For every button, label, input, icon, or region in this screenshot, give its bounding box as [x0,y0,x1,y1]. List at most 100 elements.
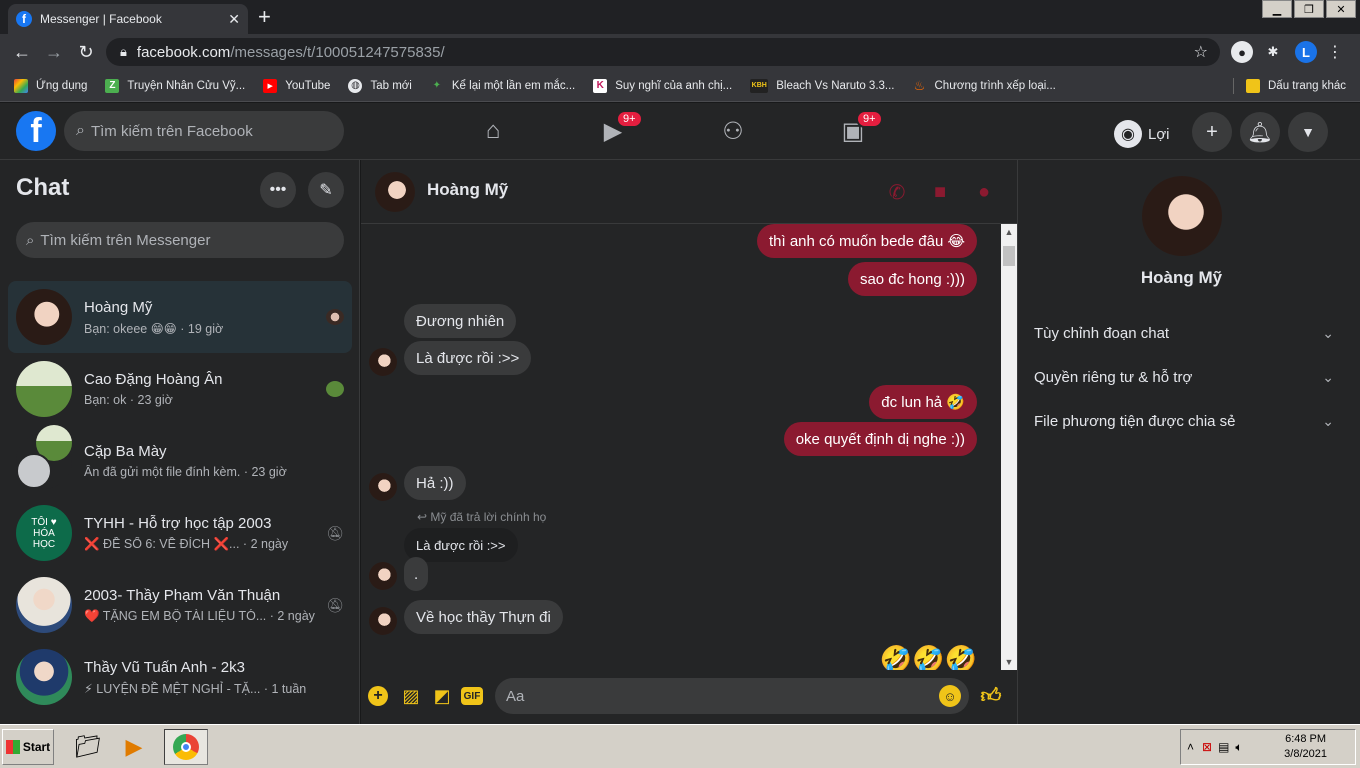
account-dropdown-icon[interactable]: ▼ [1288,112,1328,152]
bookmark-star-icon[interactable]: ☆ [1194,42,1208,62]
info-icon[interactable]: ● [972,180,996,204]
chat-header: Hoàng Mỹ ✆ ■ ● [361,160,1017,224]
emoji-message: 🤣🤣🤣 [879,644,977,670]
thumbs-up-icon[interactable]: 👍︎ [979,684,1003,708]
notifications-bell-icon[interactable]: 🔔︎ [1240,112,1280,152]
create-plus-icon[interactable]: + [1192,112,1232,152]
conversation-thay-pham-van-thuan[interactable]: 2003- Thầy Phạm Văn Thuận ❤️ TẶNG EM BỘ T… [8,569,352,641]
scroll-thumb[interactable] [1003,246,1015,266]
forward-arrow-icon[interactable]: → [42,40,66,64]
message-input[interactable]: Aa ☺ [495,678,969,714]
chat-sidebar: Chat ••• ✎ ⌕ Tìm kiếm trên Messenger Hoà… [0,160,360,724]
back-arrow-icon[interactable]: ← [10,40,34,64]
sender-avatar [369,562,397,590]
messenger-search-input[interactable]: ⌕ Tìm kiếm trên Messenger [16,222,344,258]
conversation-tyhh[interactable]: TÔI ♥ HÓA HỌC TYHH - Hỗ trợ học tập 2003… [8,497,352,569]
image-icon[interactable]: ▨ [399,684,423,708]
emoji-picker-icon[interactable]: ☺ [939,685,961,707]
minimize-button[interactable]: ▁ [1262,0,1292,18]
facebook-search-input[interactable]: ⌕ Tìm kiếm trên Facebook [64,111,344,151]
close-window-button[interactable]: ✕ [1326,0,1356,18]
more-options-icon[interactable]: ••• [260,172,296,208]
message-scrollbar[interactable]: ▲ ▼ [1001,224,1017,670]
tab-title: Messenger | Facebook [40,12,162,26]
scroll-down-arrow-icon[interactable]: ▼ [1001,654,1017,670]
media-player-icon[interactable]: ▶ [112,729,156,765]
conversation-info-panel: Hoàng Mỹ Tùy chỉnh đoạn chat ⌄ Quyền riên… [1017,160,1360,724]
contact-name[interactable]: Hoàng Mỹ [427,180,508,200]
contact-avatar-large[interactable] [1142,176,1222,256]
contact-name-large: Hoàng Mỹ [1140,268,1223,287]
sender-avatar [369,473,397,501]
bookmark-truyen[interactable]: Z Truyện Nhân Cửu Vỹ... [105,78,245,93]
sticker-icon[interactable]: ◩ [430,684,454,708]
conversation-cap-ba-may[interactable]: Cặp Ba Mày Ân đã gửi một file đính kèm. ·… [8,425,352,497]
profile-avatar[interactable]: L [1295,41,1317,63]
reload-icon[interactable]: ↻ [74,40,98,64]
chrome-taskbar-icon[interactable] [164,729,208,765]
panda-avatar-icon: ◉ [1114,120,1142,148]
home-icon[interactable]: ⌂ [478,116,508,146]
windows-taskbar: Start 📁︎ ▶ ˄ ⊠ ▤ 🔈︎ 6:48 PM 3/8/2021 [0,724,1360,768]
other-bookmarks[interactable]: Dấu trang khác [1233,78,1346,94]
bookmarks-bar: Ứng dụng Z Truyện Nhân Cửu Vỹ... ▶ YouTube… [0,70,1360,102]
start-button[interactable]: Start [2,729,54,765]
new-tab-button[interactable]: + [258,5,271,29]
sidebar-title: Chat [16,174,70,201]
windows-flag-icon [5,740,20,754]
conversation-cao-dang-hoang-an[interactable]: Cao Đặng Hoàng Ân Bạn: ok · 23 giờ [8,353,352,425]
chrome-menu-icon[interactable]: ⋮ [1324,41,1346,63]
message-bubble: đc lun hả 🤣 [869,385,977,419]
tray-expand-icon[interactable]: ˄ [1187,740,1194,754]
bookmark-bleach[interactable]: KBH Bleach Vs Naruto 3.3... [750,78,895,93]
message-bubble: Hả :)) [404,466,466,500]
chevron-down-icon: ⌄ [1322,324,1334,341]
apps-grid-icon [14,78,28,93]
profile-button[interactable]: ◉ Lợi [1114,117,1170,151]
extension-panda-icon[interactable]: ● [1231,41,1253,63]
kbh-icon: KBH [750,78,769,93]
address-bar[interactable]: 🔒︎ facebook.com/messages/t/1000512475758… [106,38,1220,66]
bookmark-chuong-trinh[interactable]: ♨ Chương trình xếp loại... [912,78,1056,93]
plus-circle-icon[interactable]: + [368,686,388,706]
bookmark-suy-nghi[interactable]: K Suy nghĩ của anh chị... [593,78,732,93]
url-path: /messages/t/100051247575835/ [230,43,445,61]
gif-icon[interactable]: GIF [461,687,483,705]
groups-icon[interactable]: ⚇ [718,116,748,146]
network-icon[interactable]: ▤ [1218,740,1229,754]
avatar [16,577,72,633]
avatar [16,361,72,417]
phone-icon[interactable]: ✆ [885,180,909,204]
url-domain: facebook.com [136,43,231,61]
clock[interactable]: 6:48 PM 3/8/2021 [1284,732,1327,762]
maximize-button[interactable]: ❐ [1294,0,1324,18]
bookmark-apps[interactable]: Ứng dụng [14,78,87,93]
message-bubble: . [404,557,429,591]
message-bubble: Là được rồi :>> [404,341,532,375]
bookmark-ke-lai[interactable]: ✦ Kể lại một lần em mắc... [429,78,575,93]
system-tray: ˄ ⊠ ▤ 🔈︎ 6:48 PM 3/8/2021 [1180,729,1356,765]
tab-close-icon[interactable]: ✕ [228,11,240,28]
new-message-icon[interactable]: ✎ [308,172,344,208]
extensions-puzzle-icon[interactable]: ✱ [1262,41,1284,63]
scroll-up-arrow-icon[interactable]: ▲ [1001,224,1017,240]
volume-icon[interactable]: 🔈︎ [1235,740,1242,755]
shared-media-section[interactable]: File phương tiện được chia sẻ ⌄ [1034,406,1334,436]
conversation-hoang-my[interactable]: Hoàng Mỹ Bạn: okeee 😁😁 · 19 giờ [8,281,352,353]
video-camera-icon[interactable]: ■ [928,180,952,204]
contact-avatar[interactable] [375,172,415,212]
explorer-folder-icon[interactable]: 📁︎ [66,729,110,765]
seen-avatar [326,381,344,397]
bookmark-new-tab[interactable]: ◍ Tab mới [348,78,412,93]
browser-tab[interactable]: f Messenger | Facebook ✕ [8,4,248,34]
bookmark-youtube[interactable]: ▶ YouTube [263,78,330,93]
conversation-thay-vu-tuan-anh[interactable]: Thầy Vũ Tuấn Anh - 2k3 ⚡ LUYỆN ĐỀ MỆT NGH… [8,641,352,713]
facebook-logo[interactable]: f [16,111,56,151]
gaming-badge: 9+ [856,110,883,128]
network-error-icon[interactable]: ⊠ [1202,740,1212,754]
privacy-support-section[interactable]: Quyền riêng tư & hỗ trợ ⌄ [1034,362,1334,392]
chat-panel: Hoàng Mỹ ✆ ■ ● thì anh có muốn bede đâu … [361,160,1017,724]
customize-chat-section[interactable]: Tùy chỉnh đoạn chat ⌄ [1034,318,1334,348]
bookmark-separator [1233,78,1234,94]
avatar [16,649,72,705]
